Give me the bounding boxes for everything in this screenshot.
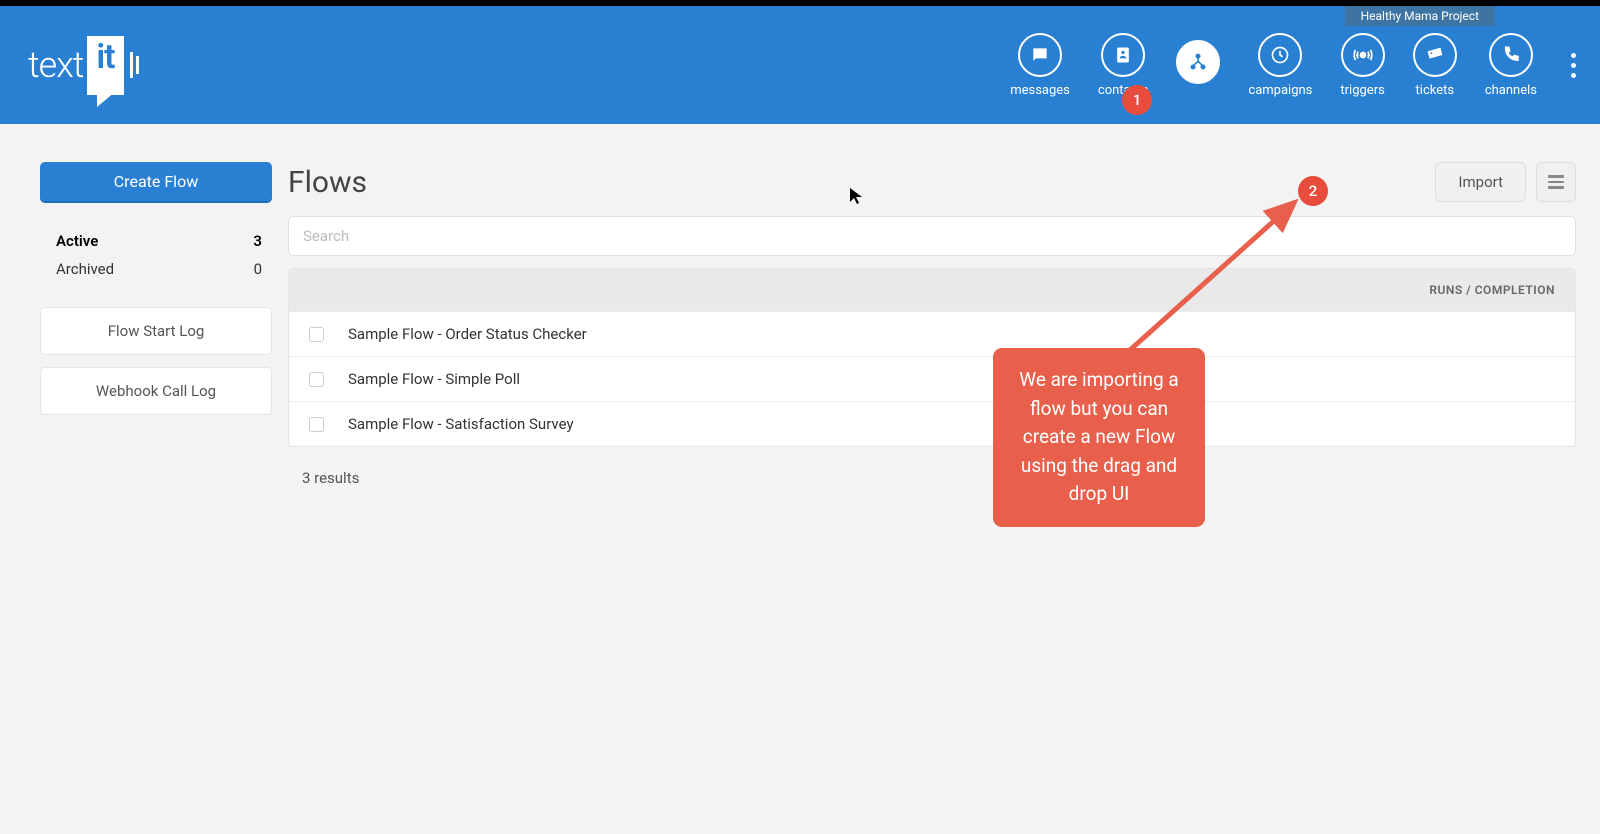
row-label: Sample Flow - Order Status Checker xyxy=(348,325,587,343)
contact-icon xyxy=(1101,33,1145,77)
nav-messages[interactable]: messages xyxy=(1010,33,1070,98)
sidebar: Create Flow Active 3 Archived 0 Flow Sta… xyxy=(40,162,272,509)
message-icon xyxy=(1018,33,1062,77)
create-flow-button[interactable]: Create Flow xyxy=(40,162,272,203)
stat-count: 3 xyxy=(253,232,262,250)
nav-label: channels xyxy=(1485,83,1537,98)
stat-label: Archived xyxy=(56,260,114,278)
page-title: Flows xyxy=(288,165,367,200)
flow-start-log-button[interactable]: Flow Start Log xyxy=(40,307,272,355)
annotation-badge-1: 1 xyxy=(1122,85,1152,115)
nav-flows[interactable] xyxy=(1176,40,1220,90)
import-button[interactable]: Import xyxy=(1435,162,1526,202)
nav-label: tickets xyxy=(1416,83,1455,98)
list-menu-button[interactable] xyxy=(1536,162,1576,202)
table-row[interactable]: Sample Flow - Satisfaction Survey xyxy=(289,401,1575,446)
project-banner[interactable]: Healthy Mama Project xyxy=(1345,6,1495,26)
search-input[interactable] xyxy=(288,216,1576,256)
annotation-badge-2: 2 xyxy=(1298,176,1328,206)
nav-tickets[interactable]: tickets xyxy=(1413,33,1457,98)
table-header-runs: RUNS / COMPLETION xyxy=(289,269,1575,311)
row-label: Sample Flow - Simple Poll xyxy=(348,370,520,388)
sidebar-stats: Active 3 Archived 0 xyxy=(56,227,262,283)
logo-box: it xyxy=(87,36,123,95)
nav-triggers[interactable]: triggers xyxy=(1340,33,1384,98)
webhook-call-log-button[interactable]: Webhook Call Log xyxy=(40,367,272,415)
main-panel: Flows Import RUNS / COMPLETION Sample Fl… xyxy=(288,162,1576,509)
more-menu-icon[interactable] xyxy=(1571,53,1576,78)
annotation-arrow xyxy=(1100,190,1320,360)
flows-icon xyxy=(1176,40,1220,84)
nav-label: messages xyxy=(1010,83,1070,98)
nav-label: campaigns xyxy=(1248,83,1312,98)
nav-label: triggers xyxy=(1340,83,1384,98)
stat-count: 0 xyxy=(254,260,262,278)
logo-accent-bars xyxy=(130,48,140,82)
main-nav: messages contacts campaigns triggers xyxy=(1010,33,1576,98)
table-row[interactable]: Sample Flow - Order Status Checker xyxy=(289,311,1575,356)
logo-text-left: text xyxy=(28,44,83,86)
flows-table: RUNS / COMPLETION Sample Flow - Order St… xyxy=(288,268,1576,447)
row-checkbox[interactable] xyxy=(309,417,324,432)
row-checkbox[interactable] xyxy=(309,327,324,342)
row-label: Sample Flow - Satisfaction Survey xyxy=(348,415,574,433)
annotation-callout: We are importing a flow but you can crea… xyxy=(993,348,1205,527)
results-count: 3 results xyxy=(288,447,1576,509)
table-row[interactable]: Sample Flow - Simple Poll xyxy=(289,356,1575,401)
triggers-icon xyxy=(1341,33,1385,77)
row-checkbox[interactable] xyxy=(309,372,324,387)
nav-channels[interactable]: channels xyxy=(1485,33,1537,98)
content-area: Create Flow Active 3 Archived 0 Flow Sta… xyxy=(0,124,1600,509)
tickets-icon xyxy=(1413,33,1457,77)
cursor-icon xyxy=(849,187,863,209)
stat-label: Active xyxy=(56,232,98,250)
main-actions: Import xyxy=(1435,162,1576,202)
hamburger-icon xyxy=(1548,175,1564,178)
logo[interactable]: text it xyxy=(28,36,140,95)
sidebar-stat-active[interactable]: Active 3 xyxy=(56,227,262,255)
campaigns-icon xyxy=(1258,33,1302,77)
sidebar-stat-archived[interactable]: Archived 0 xyxy=(56,255,262,283)
main-header-row: Flows Import xyxy=(288,162,1576,202)
channels-icon xyxy=(1489,33,1533,77)
nav-campaigns[interactable]: campaigns xyxy=(1248,33,1312,98)
